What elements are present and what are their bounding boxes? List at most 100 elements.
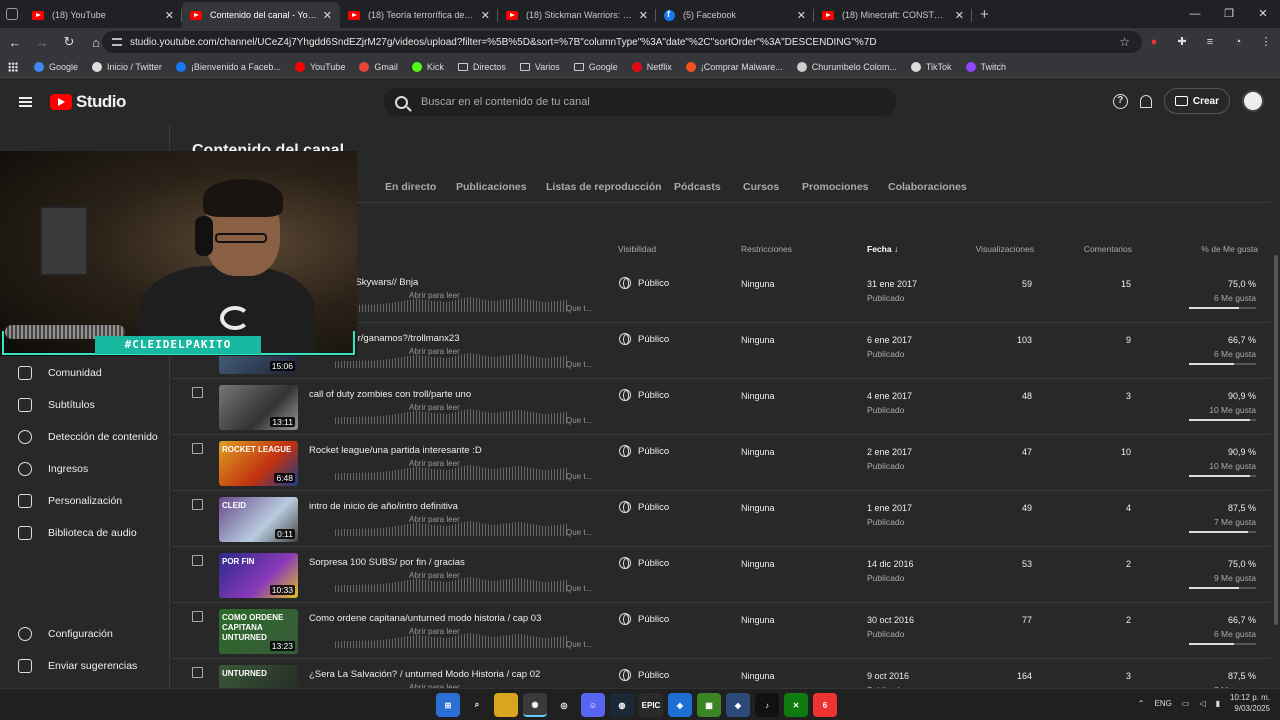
row-checkbox[interactable] (192, 387, 203, 398)
bookmark-item[interactable]: Google (573, 62, 618, 72)
bookmark-item[interactable]: ¡Bienvenido a Faceb... (175, 61, 281, 72)
help-icon[interactable]: ? (1112, 93, 1128, 109)
channel-search[interactable] (384, 88, 896, 116)
bookmark-item[interactable]: Churumbelo Colom... (796, 61, 897, 72)
tab-close-icon[interactable]: ✕ (955, 9, 964, 22)
tab-1[interactable]: Publicaciones (456, 181, 527, 193)
content-scrollbar[interactable] (1274, 255, 1278, 625)
tab-4[interactable]: Cursos (743, 181, 779, 193)
bookmark-item[interactable]: Google (34, 61, 78, 72)
column-likes[interactable]: % de Me gusta (1201, 244, 1258, 254)
visibility-cell[interactable]: Público (619, 669, 669, 681)
video-title[interactable]: intro de inicio de año/intro definitiva (309, 501, 458, 512)
back-arrow-icon[interactable]: ← (3, 35, 27, 50)
column-views[interactable]: Visualizaciones (976, 244, 1034, 254)
profile-icon[interactable]: ◔ (1230, 34, 1246, 50)
battery-icon[interactable]: ▮ (1216, 699, 1220, 708)
column-visibility[interactable]: Visibilidad (618, 244, 656, 254)
puzzle-extensions-icon[interactable]: ✚ (1174, 34, 1190, 50)
url-text[interactable]: studio.youtube.com/channel/UCeZ4j7Yhgdd6… (130, 37, 877, 48)
table-row[interactable]: CLEID 0:11 intro de inicio de año/intro de… (171, 491, 1271, 547)
bookmark-item[interactable]: Kick (411, 61, 444, 72)
launcher-icon[interactable]: ◆ (726, 693, 750, 717)
sidebar-item-community[interactable]: Comunidad (0, 359, 170, 387)
apps-grid-icon[interactable] (8, 61, 18, 72)
bookmark-item[interactable]: Inicio / Twitter (92, 61, 162, 72)
tab-0[interactable]: En directo (385, 181, 436, 193)
video-title[interactable]: ¿Sera La Salvación? / unturned Modo Hist… (309, 669, 540, 680)
table-row[interactable]: ROCKET LEAGUE 6:48 Rocket league/una parti… (171, 435, 1271, 491)
bookmark-item[interactable]: YouTube (294, 61, 345, 72)
video-title[interactable]: Sorpresa 100 SUBS/ por fin / gracias (309, 557, 465, 568)
bookmark-star-icon[interactable]: ☆ (1119, 35, 1130, 49)
video-title[interactable]: Como ordene capitana/unturned modo histo… (309, 613, 541, 624)
steam-icon[interactable]: ◍ (610, 693, 634, 717)
browser-menu-icon[interactable]: ⋮ (1258, 34, 1274, 50)
browser-tab[interactable]: (18) Stickman Warriors: VIOLEN ✕ (498, 2, 656, 28)
shield-app-icon[interactable]: 6 (813, 693, 837, 717)
video-thumbnail[interactable]: CLEID 0:11 (219, 497, 298, 542)
account-avatar[interactable] (1242, 90, 1264, 112)
row-checkbox[interactable] (192, 667, 203, 678)
visibility-cell[interactable]: Público (619, 333, 669, 345)
visibility-cell[interactable]: Público (619, 501, 669, 513)
browser-tab[interactable]: (18) Minecraft: CONSTRUYEND ✕ (814, 2, 972, 28)
video-thumbnail[interactable]: COMO ORDENE CAPITANA UNTURNED 13:23 (219, 609, 298, 654)
tiktok-icon[interactable]: ♪ (755, 693, 779, 717)
tray-chevron-icon[interactable]: ⌃ (1138, 699, 1145, 708)
bookmark-item[interactable]: TikTok (910, 61, 952, 72)
sidebar-item-gear[interactable]: Configuración (0, 620, 170, 648)
tab-3[interactable]: Pódcasts (674, 181, 721, 193)
video-thumbnail[interactable]: ROCKET LEAGUE 6:48 (219, 441, 298, 486)
visibility-cell[interactable]: Público (619, 613, 669, 625)
minecraft-icon[interactable]: ▦ (697, 693, 721, 717)
extension-icon[interactable]: ● (1146, 34, 1162, 50)
browser-tab[interactable]: (5) Facebook ✕ (656, 2, 814, 28)
column-comments[interactable]: Comentarios (1084, 244, 1132, 254)
row-checkbox[interactable] (192, 555, 203, 566)
sidebar-item-dollar[interactable]: Ingresos (0, 455, 170, 483)
sidebar-item-feedback[interactable]: Enviar sugerencias (0, 652, 170, 680)
column-date[interactable]: Fecha ↓ (867, 244, 898, 254)
visibility-cell[interactable]: Público (619, 389, 669, 401)
taskbar-clock[interactable]: 10:12 p. m. 9/03/2025 (1230, 692, 1270, 714)
volume-icon[interactable]: ◁ (1199, 699, 1205, 708)
maximize-icon[interactable]: ❐ (1212, 0, 1246, 28)
video-title[interactable]: Rocket league/una partida interesante :D (309, 445, 482, 456)
studio-logo[interactable]: Studio (50, 92, 126, 112)
table-row[interactable]: POR FIN 10:33 Sorpresa 100 SUBS/ por fin /… (171, 547, 1271, 603)
visibility-cell[interactable]: Público (619, 445, 669, 457)
tab-search-icon[interactable] (6, 8, 18, 20)
address-bar[interactable]: studio.youtube.com/channel/UCeZ4j7Yhgdd6… (102, 31, 1142, 53)
column-restrictions[interactable]: Restricciones (741, 244, 792, 254)
obs-icon[interactable]: ◎ (552, 693, 576, 717)
reload-icon[interactable]: ↻ (57, 34, 81, 50)
menu-icon[interactable] (19, 97, 32, 107)
bookmark-item[interactable]: Gmail (359, 61, 398, 72)
sidebar-item-magic-wand[interactable]: Personalización (0, 487, 170, 515)
forward-arrow-icon[interactable]: → (30, 35, 54, 50)
site-info-icon[interactable] (112, 38, 122, 46)
tab-6[interactable]: Colaboraciones (888, 181, 967, 193)
tab-close-icon[interactable]: ✕ (639, 9, 648, 22)
bookmark-item[interactable]: ¡Comprar Malware... (685, 61, 783, 72)
tab-close-icon[interactable]: ✕ (481, 9, 490, 22)
bookmark-item[interactable]: Twitch (965, 61, 1006, 72)
xbox-icon[interactable]: ✕ (784, 693, 808, 717)
chrome-icon[interactable]: ◉ (523, 693, 547, 717)
table-row[interactable]: UNTURNED ¿Sera La Salvación? / unturned M… (171, 659, 1271, 688)
visibility-cell[interactable]: Público (619, 277, 669, 289)
table-row[interactable]: 13:11 call of duty zombies con troll/part… (171, 379, 1271, 435)
create-button[interactable]: Crear (1163, 88, 1230, 114)
row-checkbox[interactable] (192, 443, 203, 454)
tab-close-icon[interactable]: ✕ (323, 9, 332, 22)
video-thumbnail[interactable]: 13:11 (219, 385, 298, 430)
file-explorer-icon[interactable] (494, 693, 518, 717)
close-window-icon[interactable]: ✕ (1246, 0, 1280, 28)
table-row[interactable]: COMO ORDENE CAPITANA UNTURNED 13:23 Como o… (171, 603, 1271, 659)
sidebar-item-copyright[interactable]: Detección de contenido (0, 423, 170, 451)
sidebar-item-subtitles[interactable]: Subtítulos (0, 391, 170, 419)
notifications-bell-icon[interactable] (1139, 94, 1152, 108)
browser-tab[interactable]: (18) Teoría terrorífica del Ghast ✕ (340, 2, 498, 28)
sidebar-item-audio-library[interactable]: Biblioteca de audio (0, 519, 170, 547)
